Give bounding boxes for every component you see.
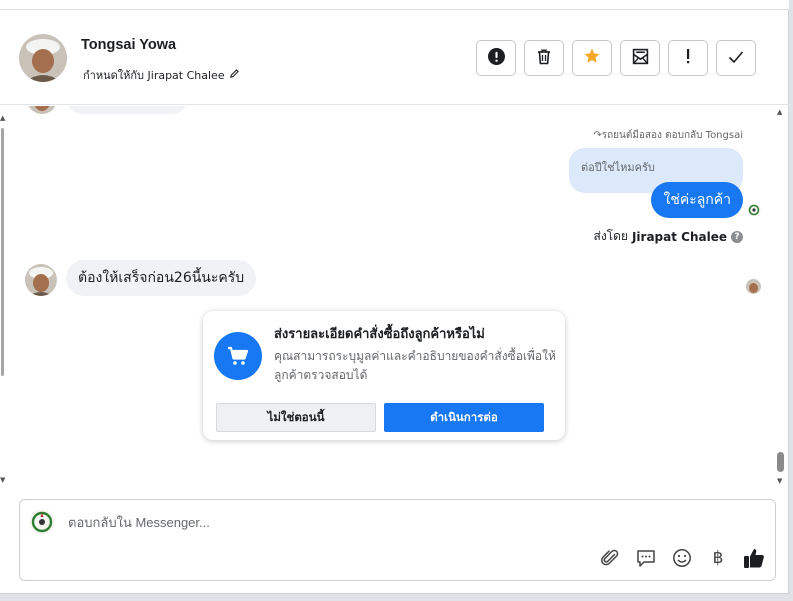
header-action-buttons — [476, 40, 756, 76]
paperclip-icon[interactable] — [599, 547, 621, 569]
top-strip — [0, 0, 789, 10]
star-button[interactable] — [572, 40, 612, 76]
follow-up-button[interactable] — [668, 40, 708, 76]
exclamation-circle-icon — [487, 47, 505, 69]
scroll-down-arrow-icon[interactable]: ▼ — [0, 476, 5, 484]
contact-avatar-small — [27, 106, 57, 114]
baht-icon[interactable]: ฿ — [707, 547, 729, 569]
messenger-panel: Tongsai Yowa กำหนดให้กับ Jirapat Chalee — [0, 0, 789, 594]
spam-button[interactable] — [476, 40, 516, 76]
smiley-icon[interactable] — [671, 547, 693, 569]
reply-reference: ↷รถยนต์มือสอง ตอบกลับ Tongsai — [593, 130, 743, 141]
outgoing-message-text: ใช่ค่ะลูกค้า — [663, 192, 731, 208]
sent-by-name: Jirapat Chalee — [631, 229, 727, 244]
not-now-button[interactable]: ไม่ใช่ตอนนี้ — [216, 403, 376, 432]
prompt-description: คุณสามารถระบุมูลค่าและคำอธิบายของคำสั่งซ… — [274, 349, 556, 382]
incoming-message-bubble[interactable]: ต้องให้เสร็จก่อน26นี้นะครับ — [66, 260, 257, 296]
outgoing-message-bubble[interactable]: ใช่ค่ะลูกค้า — [651, 182, 743, 218]
contact-avatar-small[interactable] — [25, 264, 57, 296]
message-thread: ↷รถยนต์มือสอง ตอบกลับ Tongsai ต่อปีใช่ไห… — [8, 106, 780, 491]
scroll-up-arrow-icon[interactable]: ▲ — [0, 114, 5, 122]
shopping-cart-icon — [214, 332, 262, 380]
composer-toolbar: ฿ — [599, 547, 765, 569]
quoted-message-text: ต่อปีใช่ไหมครับ — [581, 161, 655, 174]
question-mark-icon[interactable]: ? — [731, 230, 743, 243]
seen-avatar — [746, 279, 761, 294]
left-scrollbar-thumb[interactable] — [1, 128, 4, 376]
message-input[interactable] — [68, 515, 668, 530]
reply-arrow-icon: ↷ — [593, 130, 602, 141]
assignee-text: กำหนดให้กับ Jirapat Chalee — [83, 69, 225, 82]
reply-composer: ฿ — [19, 499, 776, 581]
sent-by-prefix: ส่งโดย — [593, 229, 628, 243]
conversation-header: Tongsai Yowa กำหนดให้กับ Jirapat Chalee — [0, 10, 789, 105]
mark-unread-button[interactable] — [620, 40, 660, 76]
assignee-line[interactable]: กำหนดให้กับ Jirapat Chalee — [83, 66, 240, 84]
contact-name: Tongsai Yowa — [81, 37, 177, 53]
order-details-prompt-card: ส่งรายละเอียดคำสั่งซื้อถึงลูกค้าหรือไม่ … — [203, 311, 565, 440]
trash-icon — [536, 48, 552, 69]
delete-button[interactable] — [524, 40, 564, 76]
contact-avatar[interactable] — [19, 34, 67, 82]
sent-by-line: ส่งโดย Jirapat Chalee ? — [593, 227, 743, 246]
left-scrollbar[interactable]: ▲ ▼ — [0, 106, 6, 491]
speech-bubble-icon[interactable] — [635, 547, 657, 569]
star-icon — [583, 47, 601, 69]
envelope-icon — [632, 48, 649, 69]
page-avatar — [29, 509, 55, 535]
pencil-icon[interactable] — [229, 68, 240, 82]
previous-message-bubble — [66, 106, 188, 114]
incoming-message-text: ต้องให้เสร็จก่อน26นี้นะครับ — [78, 270, 245, 286]
check-icon — [728, 49, 744, 68]
read-receipt-avatar — [747, 202, 761, 216]
exclamation-icon — [685, 48, 691, 68]
done-button[interactable] — [716, 40, 756, 76]
continue-button[interactable]: ดำเนินการต่อ — [384, 403, 544, 432]
thumbs-up-icon[interactable] — [743, 547, 765, 569]
prompt-title: ส่งรายละเอียดคำสั่งซื้อถึงลูกค้าหรือไม่ — [274, 327, 485, 342]
